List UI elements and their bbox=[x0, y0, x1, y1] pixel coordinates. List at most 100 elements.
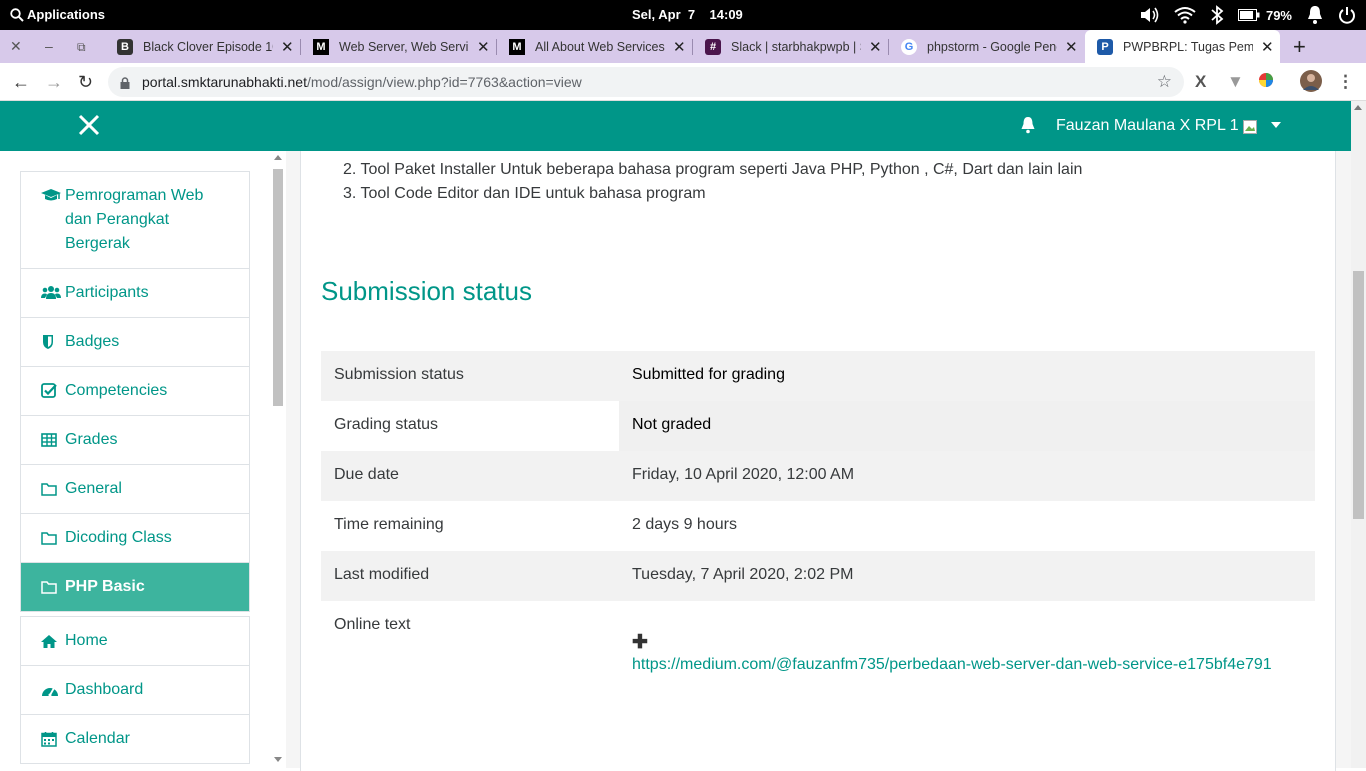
extension-v-icon[interactable]: ▼ bbox=[1227, 72, 1244, 92]
tab-favicon-icon: B bbox=[117, 38, 133, 55]
nav-item-calendar[interactable]: Calendar bbox=[21, 714, 249, 763]
tab-close-icon[interactable]: ✕ bbox=[477, 38, 490, 56]
bookmark-star-icon[interactable]: ☆ bbox=[1157, 67, 1172, 97]
table-row: Due date Friday, 10 April 2020, 12:00 AM bbox=[321, 451, 1315, 501]
tab-close-icon[interactable]: ✕ bbox=[869, 38, 882, 56]
volume-icon[interactable] bbox=[1140, 6, 1160, 24]
power-icon[interactable] bbox=[1338, 6, 1356, 24]
row-label: Submission status bbox=[334, 366, 464, 383]
tab-favicon-icon: M bbox=[313, 38, 329, 55]
bluetooth-icon[interactable] bbox=[1210, 5, 1224, 25]
drawer-scrollbar-thumb[interactable] bbox=[273, 169, 283, 406]
home-icon bbox=[41, 629, 65, 653]
nav-item-general[interactable]: General bbox=[21, 464, 249, 513]
nav-item-grades[interactable]: Grades bbox=[21, 415, 249, 464]
system-tray[interactable]: 79% bbox=[1140, 5, 1356, 25]
nav-item-label: Competencies bbox=[65, 382, 168, 399]
extension-color-icon[interactable] bbox=[1258, 72, 1274, 93]
list-item: 3. Tool Code Editor dan IDE untuk bahasa… bbox=[343, 185, 706, 202]
nav-item-label: General bbox=[65, 480, 122, 497]
nav-item-participants[interactable]: Participants bbox=[21, 268, 249, 317]
profile-avatar[interactable] bbox=[1300, 70, 1322, 97]
page-scrollbar[interactable] bbox=[1351, 101, 1366, 768]
nav-item-php-basic[interactable]: PHP Basic bbox=[21, 562, 249, 611]
extension-x-icon[interactable]: X bbox=[1195, 72, 1206, 92]
nav-item-course[interactable]: Pemrograman Web dan Perangkat Bergerak bbox=[21, 172, 249, 268]
nav-item-dashboard[interactable]: Dashboard bbox=[21, 665, 249, 714]
tab-title: PWPBRPL: Tugas Pemb bbox=[1123, 39, 1253, 54]
list-item: 2. Tool Paket Installer Untuk beberapa b… bbox=[343, 161, 1083, 178]
intro-list: 2. Tool Paket Installer Untuk beberapa b… bbox=[343, 158, 1082, 206]
window-close-icon[interactable]: ✕ bbox=[10, 38, 22, 55]
tab-close-icon[interactable]: ✕ bbox=[1261, 38, 1274, 56]
row-value: Tuesday, 7 April 2020, 2:02 PM bbox=[632, 566, 854, 583]
close-drawer-icon[interactable] bbox=[78, 114, 100, 136]
back-arrow-icon[interactable]: ← bbox=[12, 72, 30, 93]
user-menu-name[interactable]: Fauzan Maulana X RPL 1 bbox=[1056, 117, 1239, 135]
row-value: 2 days 9 hours bbox=[632, 516, 737, 533]
tab-title: All About Web Services bbox=[535, 39, 665, 54]
expand-plus-icon[interactable]: ✚ bbox=[632, 631, 648, 654]
clock[interactable]: Sel, Apr 7 14:09 bbox=[632, 7, 743, 22]
wifi-icon[interactable] bbox=[1174, 6, 1196, 24]
tab-close-icon[interactable]: ✕ bbox=[673, 38, 686, 56]
table-row: Grading status Not graded bbox=[321, 401, 1315, 451]
forward-arrow-icon[interactable]: → bbox=[45, 72, 63, 93]
nav-item-home[interactable]: Home bbox=[21, 617, 249, 665]
tab-favicon-icon: G bbox=[901, 38, 917, 55]
window-restore-icon[interactable]: ⧉ bbox=[77, 40, 86, 55]
nav-item-label: Dicoding Class bbox=[65, 529, 172, 546]
page-scrollbar-thumb[interactable] bbox=[1353, 271, 1364, 519]
battery-indicator[interactable]: 79% bbox=[1237, 7, 1292, 23]
users-icon bbox=[41, 281, 65, 305]
browser-menu-icon[interactable]: ⋮ bbox=[1337, 72, 1354, 92]
folder-icon bbox=[41, 477, 65, 501]
drawer-scrollbar[interactable] bbox=[272, 151, 284, 768]
notification-bell-icon[interactable] bbox=[1306, 5, 1324, 25]
tab-title: Black Clover Episode 10 bbox=[143, 39, 273, 54]
notifications-bell-icon[interactable] bbox=[1020, 116, 1036, 134]
tab-favicon-icon: P bbox=[1097, 38, 1113, 55]
row-label: Due date bbox=[334, 466, 399, 483]
window-minimize-icon[interactable]: – bbox=[45, 38, 53, 54]
browser-tab[interactable]: G phpstorm - Google Pene ✕ bbox=[889, 30, 1084, 63]
site-header: Fauzan Maulana X RPL 1 bbox=[0, 101, 1351, 151]
user-avatar[interactable] bbox=[1243, 120, 1257, 139]
nav-item-badges[interactable]: Badges bbox=[21, 317, 249, 366]
tab-close-icon[interactable]: ✕ bbox=[281, 38, 294, 56]
url-host: portal.smktarunabhakti.net bbox=[142, 74, 307, 90]
nav-item-label: PHP Basic bbox=[65, 578, 145, 595]
row-label: Last modified bbox=[334, 566, 430, 583]
new-tab-button[interactable]: + bbox=[1293, 34, 1306, 60]
nav-item-dicoding-class[interactable]: Dicoding Class bbox=[21, 513, 249, 562]
nav-item-competencies[interactable]: Competencies bbox=[21, 366, 249, 415]
tab-favicon-icon: M bbox=[509, 38, 525, 55]
tab-close-icon[interactable]: ✕ bbox=[1065, 38, 1078, 56]
browser-tab[interactable]: M Web Server, Web Service ✕ bbox=[301, 30, 496, 63]
address-bar[interactable]: portal.smktarunabhakti.net/mod/assign/vi… bbox=[108, 67, 1184, 97]
nav-item-label: Home bbox=[65, 632, 108, 649]
tab-title: phpstorm - Google Pene bbox=[927, 39, 1057, 54]
shield-icon bbox=[41, 330, 65, 354]
lock-icon[interactable] bbox=[120, 67, 130, 97]
applications-menu[interactable]: Applications bbox=[10, 7, 105, 22]
row-value: Not graded bbox=[632, 416, 712, 433]
browser-toolbar: ← → ↻ portal.smktarunabhakti.net/mod/ass… bbox=[0, 63, 1366, 101]
browser-tab-active[interactable]: P PWPBRPL: Tugas Pemb ✕ bbox=[1085, 30, 1280, 63]
table-row: Submission status Submitted for grading bbox=[321, 351, 1315, 401]
browser-tab[interactable]: M All About Web Services ✕ bbox=[497, 30, 692, 63]
reload-icon[interactable]: ↻ bbox=[78, 72, 93, 93]
browser-tab-strip: ✕ – ⧉ B Black Clover Episode 10 ✕ M Web … bbox=[0, 30, 1366, 63]
nav-item-label: Grades bbox=[65, 431, 118, 448]
row-label: Time remaining bbox=[334, 516, 444, 533]
user-menu-caret-icon[interactable] bbox=[1271, 122, 1281, 128]
applications-label: Applications bbox=[27, 7, 106, 22]
dashboard-icon bbox=[41, 678, 65, 702]
browser-tab[interactable]: B Black Clover Episode 10 ✕ bbox=[105, 30, 300, 63]
browser-tab[interactable]: # Slack | starbhakpwpb | S ✕ bbox=[693, 30, 888, 63]
battery-percent: 79% bbox=[1265, 7, 1292, 23]
online-text-link[interactable]: https://medium.com/@fauzanfm735/perbedaa… bbox=[632, 656, 1272, 674]
table-row-online-text: Online text ✚ https://medium.com/@fauzan… bbox=[321, 601, 1315, 701]
tab-title: Web Server, Web Service bbox=[339, 39, 469, 54]
folder-icon bbox=[41, 526, 65, 550]
